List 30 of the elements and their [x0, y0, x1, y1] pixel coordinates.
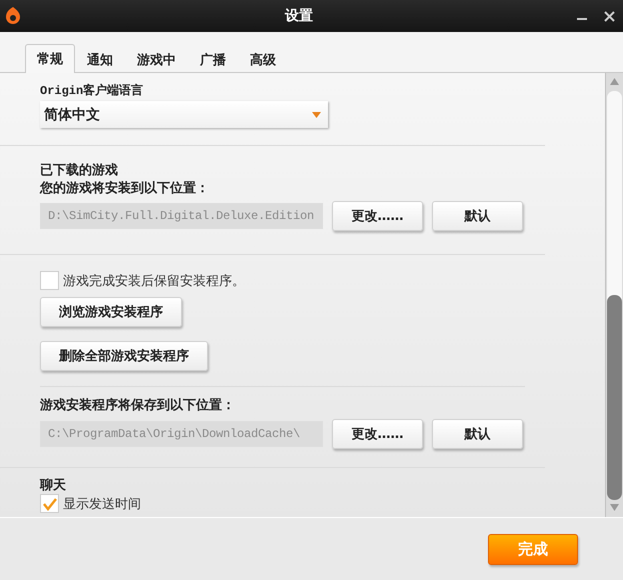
checkbox-label: 游戏完成安装后保留安装程序。 — [63, 272, 245, 290]
section-heading: 已下载的游戏 — [40, 162, 119, 179]
dropdown-arrow-icon — [312, 112, 321, 118]
tab[interactable]: 广播 — [188, 46, 238, 73]
checkbox[interactable] — [40, 494, 59, 513]
scroll-down-icon[interactable] — [610, 504, 619, 511]
scrollbar[interactable] — [605, 73, 623, 517]
language-dropdown[interactable]: 简体中文 — [40, 101, 328, 128]
checkmark-icon — [42, 496, 58, 510]
delete-installers-button[interactable]: 删除全部游戏安装程序 — [40, 341, 208, 371]
change-button[interactable]: 更改…… — [332, 419, 423, 449]
window-title: 设置 — [284, 7, 314, 25]
section-heading: 聊天 — [40, 477, 67, 494]
default-button[interactable]: 默认 — [432, 201, 523, 231]
default-button[interactable]: 默认 — [432, 419, 523, 449]
logo-icon — [4, 6, 22, 26]
tab[interactable]: 常规 — [25, 44, 75, 73]
change-button[interactable]: 更改…… — [332, 201, 423, 231]
install-location-label: 您的游戏将安装到以下位置： — [40, 180, 210, 197]
scroll-up-icon[interactable] — [610, 78, 619, 85]
close-icon[interactable] — [604, 10, 615, 22]
tab[interactable]: 游戏中 — [125, 46, 188, 73]
language-label: Origin客户端语言 — [40, 82, 144, 99]
installer-location-label: 游戏安装程序将保存到以下位置： — [40, 396, 236, 414]
tab[interactable]: 通知 — [75, 46, 125, 73]
scrollbar-thumb[interactable] — [607, 295, 622, 500]
checkbox-label: 显示发送时间 — [63, 496, 141, 512]
tab[interactable]: 高级 — [238, 46, 288, 73]
checkbox[interactable] — [40, 271, 59, 290]
browse-installers-button[interactable]: 浏览游戏安装程序 — [40, 297, 182, 327]
